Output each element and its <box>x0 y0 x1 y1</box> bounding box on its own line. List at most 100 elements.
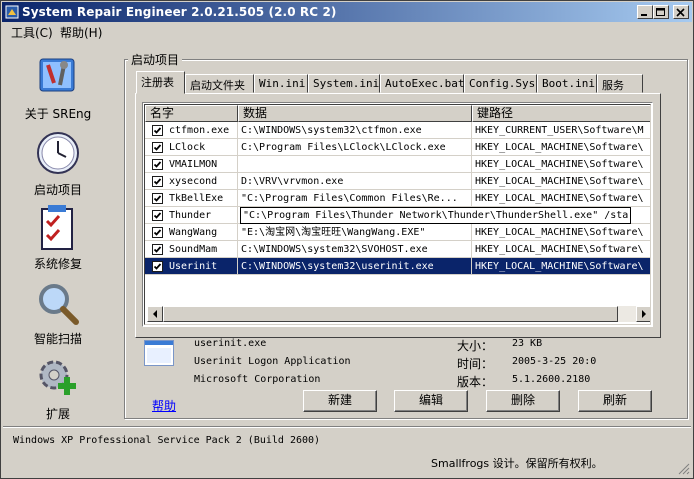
close-icon <box>676 8 685 17</box>
file-app-icon <box>144 340 174 366</box>
minimize-button[interactable] <box>637 5 653 19</box>
table-row[interactable]: SoundMam C:\WINDOWS\system32\SVOHOST.exe H… <box>145 241 650 258</box>
gear-plus-icon <box>39 360 76 395</box>
nav-startup[interactable]: 启动项目 <box>13 129 103 197</box>
help-link[interactable]: 帮助 <box>152 397 176 414</box>
row-checkbox[interactable] <box>152 176 163 187</box>
resize-grip-icon[interactable] <box>678 463 690 475</box>
table-row[interactable]: VMAILMON HKEY_LOCAL_MACHINE\Software\ <box>145 156 650 173</box>
table-row[interactable]: TkBellExe "C:\Program Files\Common Files\… <box>145 190 650 207</box>
check-icon <box>153 263 162 270</box>
table-row[interactable]: xysecond D:\VRV\vrvmon.exe HKEY_LOCAL_MACH… <box>145 173 650 190</box>
checklist-icon <box>41 205 73 250</box>
refresh-button[interactable]: 刷新 <box>578 390 652 412</box>
listview-body: 名字 数据 键路径 ctfmon.exe C:\WINDOWS\system32\… <box>144 104 651 325</box>
menu-tools[interactable]: 工具(C) <box>6 23 58 42</box>
delete-button[interactable]: 删除 <box>486 390 560 412</box>
arrow-right-icon <box>642 310 646 318</box>
column-header-path[interactable]: 键路径 <box>472 105 650 122</box>
tab-system-ini[interactable]: System.ini <box>308 74 380 93</box>
table-row[interactable]: ctfmon.exe C:\WINDOWS\system32\ctfmon.exe… <box>145 122 650 139</box>
column-header-data[interactable]: 数据 <box>238 105 472 122</box>
tab-startup-folder[interactable]: 启动文件夹 <box>185 74 254 93</box>
detail-version: 5.1.2600.2180 <box>512 374 591 385</box>
tab-boot-ini[interactable]: Boot.ini <box>537 74 597 93</box>
cell-path: HKEY_LOCAL_MACHINE\Software\ <box>472 173 650 190</box>
table-row[interactable]: WangWang "E:\淘宝网\淘宝旺旺\WangWang.EXE" HKEY_L… <box>145 224 650 241</box>
nav-repair[interactable]: 系统修复 <box>13 205 103 273</box>
cell-edit-box[interactable]: "C:\Program Files\Thunder Network\Thunde… <box>240 207 632 224</box>
row-checkbox[interactable] <box>152 227 163 238</box>
group-title: 启动项目 <box>128 51 183 68</box>
status-separator <box>3 426 691 428</box>
cell-data: "C:\Program Files\Thunder Network\Thunde… <box>238 207 632 224</box>
about-tools-icon <box>39 58 75 92</box>
table-row[interactable]: Thunder "C:\Program Files\Thunder Network… <box>145 207 650 224</box>
maximize-button[interactable] <box>653 5 669 19</box>
new-button[interactable]: 新建 <box>303 390 377 412</box>
cell-data: "C:\Program Files\Common Files\Re... <box>238 190 472 207</box>
maximize-icon <box>656 8 665 16</box>
detail-description: Userinit Logon Application <box>194 356 351 367</box>
row-checkbox[interactable] <box>152 193 163 204</box>
table-row[interactable]: LClock C:\Program Files\LClock\LClock.exe… <box>145 139 650 156</box>
menu-bar: 工具(C) 帮助(H) <box>3 22 691 40</box>
nav-repair-label: 系统修复 <box>33 257 82 271</box>
row-checkbox[interactable] <box>152 142 163 153</box>
cell-data <box>238 156 472 173</box>
magnifier-icon <box>39 284 79 325</box>
check-icon <box>153 127 162 134</box>
cell-path: HKEY_LOCAL_MACHINE\Software\ <box>472 241 650 258</box>
close-button[interactable] <box>673 5 689 19</box>
menu-help[interactable]: 帮助(H) <box>55 23 107 42</box>
nav-extend[interactable]: 扩展 <box>13 355 103 423</box>
detail-version-label: 版本： <box>457 375 494 389</box>
cell-path: HKEY_LOCAL_MACHINE\Software\ <box>472 224 650 241</box>
detail-company: Microsoft Corporation <box>194 374 321 385</box>
nav-about[interactable]: 关于 SREng <box>13 53 103 121</box>
table-row[interactable]: Userinit C:\WINDOWS\system32\userinit.exe… <box>145 258 650 275</box>
detail-file-name: userinit.exe <box>194 338 267 349</box>
scroll-left-button[interactable] <box>147 306 163 322</box>
scroll-right-button[interactable] <box>636 306 650 322</box>
edit-button[interactable]: 编辑 <box>394 390 468 412</box>
nav-about-label: 关于 SREng <box>24 107 92 121</box>
tab-registry[interactable]: 注册表 <box>136 71 185 94</box>
row-checkbox[interactable] <box>152 261 163 272</box>
row-checkbox[interactable] <box>152 159 163 170</box>
horizontal-scrollbar[interactable] <box>147 306 650 322</box>
title-bar[interactable]: System Repair Engineer 2.0.21.505 (2.0 R… <box>2 2 692 22</box>
tab-config-sys[interactable]: Config.Sys <box>464 74 537 93</box>
tab-services[interactable]: 服务 <box>597 74 643 93</box>
cell-data: C:\WINDOWS\system32\SVOHOST.exe <box>238 241 472 258</box>
column-header-name[interactable]: 名字 <box>145 105 238 122</box>
detail-size: 23 KB <box>512 338 543 349</box>
status-copyright: Smallfrogs 设计。保留所有权利。 <box>431 457 603 470</box>
cell-data: D:\VRV\vrvmon.exe <box>238 173 472 190</box>
check-icon <box>153 161 162 168</box>
nav-scan-label: 智能扫描 <box>33 332 82 346</box>
cell-data: C:\Program Files\LClock\LClock.exe <box>238 139 472 156</box>
window-title: System Repair Engineer 2.0.21.505 (2.0 R… <box>22 5 337 19</box>
row-checkbox[interactable] <box>152 210 163 221</box>
tab-autoexec-bat[interactable]: AutoExec.bat <box>380 74 464 93</box>
row-checkbox[interactable] <box>152 244 163 255</box>
cell-path: HKEY_LOCAL_MACHINE\Software\ <box>472 139 650 156</box>
check-icon <box>153 144 162 151</box>
tab-win-ini[interactable]: Win.ini <box>254 74 308 93</box>
row-checkbox[interactable] <box>152 125 163 136</box>
cell-data: C:\WINDOWS\system32\ctfmon.exe <box>238 122 472 139</box>
cell-path: HKEY_LOCAL_MACHINE\Software\ <box>472 190 650 207</box>
check-icon <box>153 212 162 219</box>
detail-size-label: 大小： <box>457 339 494 353</box>
scroll-thumb[interactable] <box>163 306 618 322</box>
startup-listview[interactable]: 名字 数据 键路径 ctfmon.exe C:\WINDOWS\system32\… <box>142 102 653 327</box>
status-os-info: Windows XP Professional Service Pack 2 (… <box>13 435 321 446</box>
nav-scan[interactable]: 智能扫描 <box>13 281 103 349</box>
minimize-icon <box>641 14 647 16</box>
cell-path: HKEY_CURRENT_USER\Software\M <box>472 122 650 139</box>
nav-startup-label: 启动项目 <box>33 183 82 197</box>
cell-path: HKEY_LOCAL_MACHINE\Software\ <box>472 156 650 173</box>
app-icon <box>5 5 19 19</box>
app-window: System Repair Engineer 2.0.21.505 (2.0 R… <box>0 0 694 479</box>
